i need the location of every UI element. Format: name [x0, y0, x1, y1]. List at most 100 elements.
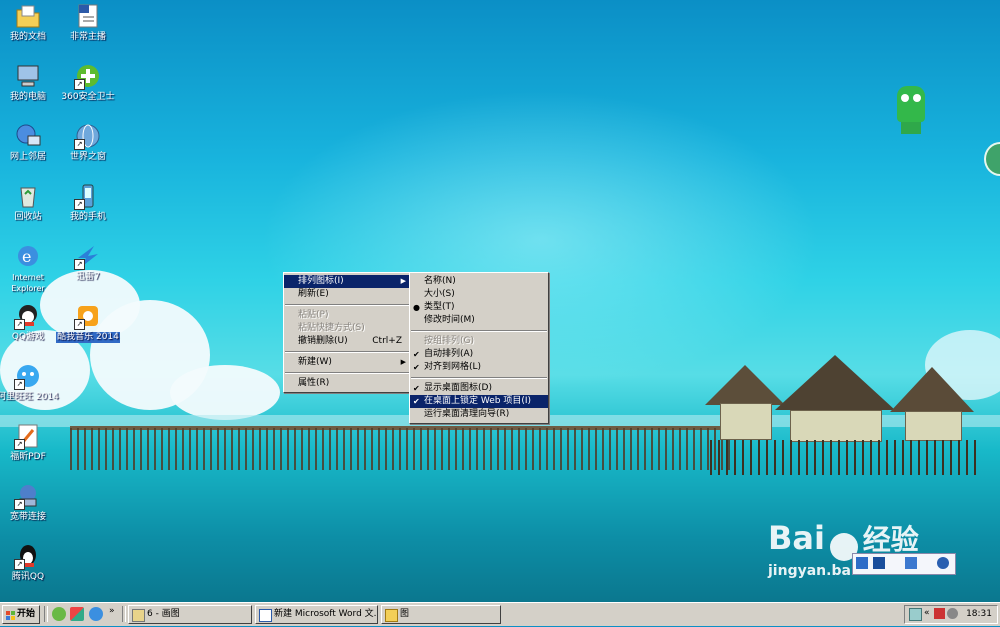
arrange-icons-submenu: 名称(N) 大小(S) ● 类型(T) 修改时间(M) 按组排列(G) ✔ 自动排列…: [409, 272, 549, 424]
menu-separator: [285, 372, 409, 374]
desktop-icon[interactable]: 回收站: [0, 182, 60, 223]
windows-logo-icon: [6, 610, 15, 620]
desktop-icon-label: 腾讯QQ: [11, 572, 45, 582]
qq-game-icon: ↗: [14, 302, 42, 330]
watermark-logo-text: Bai: [768, 519, 825, 557]
desktop-icon[interactable]: ↗ 我的手机: [56, 182, 120, 223]
security-tray-icon[interactable]: [934, 608, 945, 619]
network-places-icon: [14, 122, 42, 150]
desktop-icon-label: 宽带连接: [9, 512, 46, 522]
svg-text:e: e: [22, 247, 31, 266]
toolbar-divider: [122, 606, 126, 622]
theworld-browser-icon: ↗: [74, 122, 102, 150]
tray-expand-chevron-icon[interactable]: «: [924, 608, 930, 618]
radio-bullet-icon: ●: [413, 303, 420, 312]
network-tray-icon[interactable]: [909, 608, 922, 621]
menu-separator: [411, 377, 547, 379]
submenu-item-show-desktop-icons[interactable]: ✔ 显示桌面图标(D): [410, 382, 548, 395]
desktop-icon-label: 福昕PDF: [10, 452, 46, 462]
desktop-icon[interactable]: ↗ 迅雷7: [56, 242, 120, 283]
desktop-icon[interactable]: 我的电脑: [0, 62, 60, 103]
desktop-icon[interactable]: ↗ 世界之窗: [56, 122, 120, 163]
menu-item-paste-shortcut: 粘贴快捷方式(S): [298, 323, 365, 333]
menu-item-new[interactable]: 新建(W) ▶: [284, 356, 410, 369]
menu-item-undo-delete[interactable]: 撤销删除(U) Ctrl+Z: [284, 335, 410, 348]
desktop-icon-label: 我的电脑: [9, 92, 46, 102]
system-tray: « 18:31: [904, 605, 998, 624]
my-phone-icon: ↗: [74, 182, 102, 210]
desktop-icon[interactable]: e Internet Explorer: [0, 242, 60, 295]
menu-separator: [285, 304, 409, 306]
broadband-connection-icon: ↗: [14, 482, 42, 510]
desktop-icon[interactable]: 网上邻居: [0, 122, 60, 163]
menu-separator: [411, 330, 547, 332]
desktop-icon[interactable]: 非常主播: [56, 2, 120, 43]
my-documents-icon: [14, 2, 42, 30]
desktop-icon[interactable]: ↗ 酷我音乐 2014: [56, 302, 120, 343]
start-label: 开始: [17, 609, 36, 619]
desktop-icon[interactable]: ↗ 宽带连接: [0, 482, 60, 523]
desktop-icon-label: 我的文档: [9, 32, 46, 42]
submenu-arrow-icon: ▶: [400, 358, 406, 366]
desktop-icon[interactable]: ↗ QQ游戏: [0, 302, 60, 343]
taskbar-button-word[interactable]: 新建 Microsoft Word 文...: [255, 605, 378, 624]
paint-icon: [132, 609, 145, 622]
quicklaunch-360-icon[interactable]: [52, 607, 66, 621]
kuwo-music-icon: ↗: [74, 302, 102, 330]
quicklaunch-app-icon[interactable]: [70, 607, 84, 621]
desktop-icon-label: 我的手机: [69, 212, 106, 222]
desktop-icon[interactable]: ↗ 360安全卫士: [56, 62, 120, 103]
taskbar-button-folder[interactable]: 图: [381, 605, 501, 624]
xunlei-icon: ↗: [74, 242, 102, 270]
desktop-icon-label: 回收站: [14, 212, 42, 222]
word-icon: [259, 609, 272, 622]
desktop-icon-label: 世界之窗: [69, 152, 106, 162]
submenu-item-modified-time[interactable]: 修改时间(M): [410, 314, 548, 327]
foxit-pdf-icon: ↗: [14, 422, 42, 450]
submenu-arrow-icon: ▶: [400, 277, 406, 285]
quicklaunch-chevron-icon[interactable]: »: [109, 606, 115, 616]
desktop-icon[interactable]: ↗ 阿里旺旺 2014: [0, 362, 60, 403]
internet-explorer-icon: e: [14, 242, 42, 270]
folder-icon: [385, 609, 398, 622]
desktop-icon-label: Internet Explorer: [11, 273, 45, 293]
menu-item-arrange-icons[interactable]: 排列图标(I) ▶: [284, 275, 410, 288]
desktop-icon-label: 网上邻居: [9, 152, 46, 162]
quicklaunch-ie-icon[interactable]: [89, 607, 103, 621]
check-icon: ✔: [413, 350, 420, 359]
menu-item-refresh[interactable]: 刷新(E): [284, 288, 410, 301]
ime-status-bar[interactable]: [852, 553, 956, 575]
desktop-icon[interactable]: ↗ 腾讯QQ: [0, 542, 60, 583]
pier-stilts: [70, 428, 730, 470]
volume-tray-icon[interactable]: [947, 608, 958, 619]
stilt-houses: [705, 355, 980, 475]
submenu-item-cleanup-wizard[interactable]: 运行桌面清理向导(R): [410, 408, 548, 421]
clock[interactable]: 18:31: [966, 606, 992, 623]
desktop-icon-label: 酷我音乐 2014: [56, 332, 120, 343]
aliwangwang-icon: ↗: [14, 362, 42, 390]
360-security-icon: ↗: [74, 62, 102, 90]
start-button[interactable]: 开始: [2, 605, 40, 624]
submenu-item-name[interactable]: 名称(N): [410, 275, 548, 288]
menu-item-properties[interactable]: 属性(R): [284, 377, 410, 390]
recycle-bin-icon: [14, 182, 42, 210]
green-mascot-widget[interactable]: [893, 86, 929, 136]
desktop-icon[interactable]: 我的文档: [0, 2, 60, 43]
submenu-item-size[interactable]: 大小(S): [410, 288, 548, 301]
submenu-item-type[interactable]: ● 类型(T): [410, 301, 548, 314]
submenu-item-align-grid[interactable]: ✔ 对齐到网格(L): [410, 361, 548, 374]
check-icon: ✔: [413, 363, 420, 372]
side-float-button[interactable]: [984, 142, 1000, 176]
word-document-icon: [74, 2, 102, 30]
submenu-item-lock-web-items[interactable]: ✔ 在桌面上锁定 Web 项目(I): [410, 395, 548, 408]
cloud: [170, 365, 280, 420]
submenu-item-auto-arrange[interactable]: ✔ 自动排列(A): [410, 348, 548, 361]
ime-mode-icon: [873, 557, 885, 569]
check-icon: ✔: [413, 397, 420, 406]
menu-separator: [285, 351, 409, 353]
submenu-item-group-arrange: 按组排列(G): [424, 336, 474, 346]
taskbar-button-paint[interactable]: 6 - 画图: [128, 605, 252, 624]
desktop-icon-label: 迅雷7: [76, 272, 100, 282]
my-computer-icon: [14, 62, 42, 90]
desktop-icon[interactable]: ↗ 福昕PDF: [0, 422, 60, 463]
